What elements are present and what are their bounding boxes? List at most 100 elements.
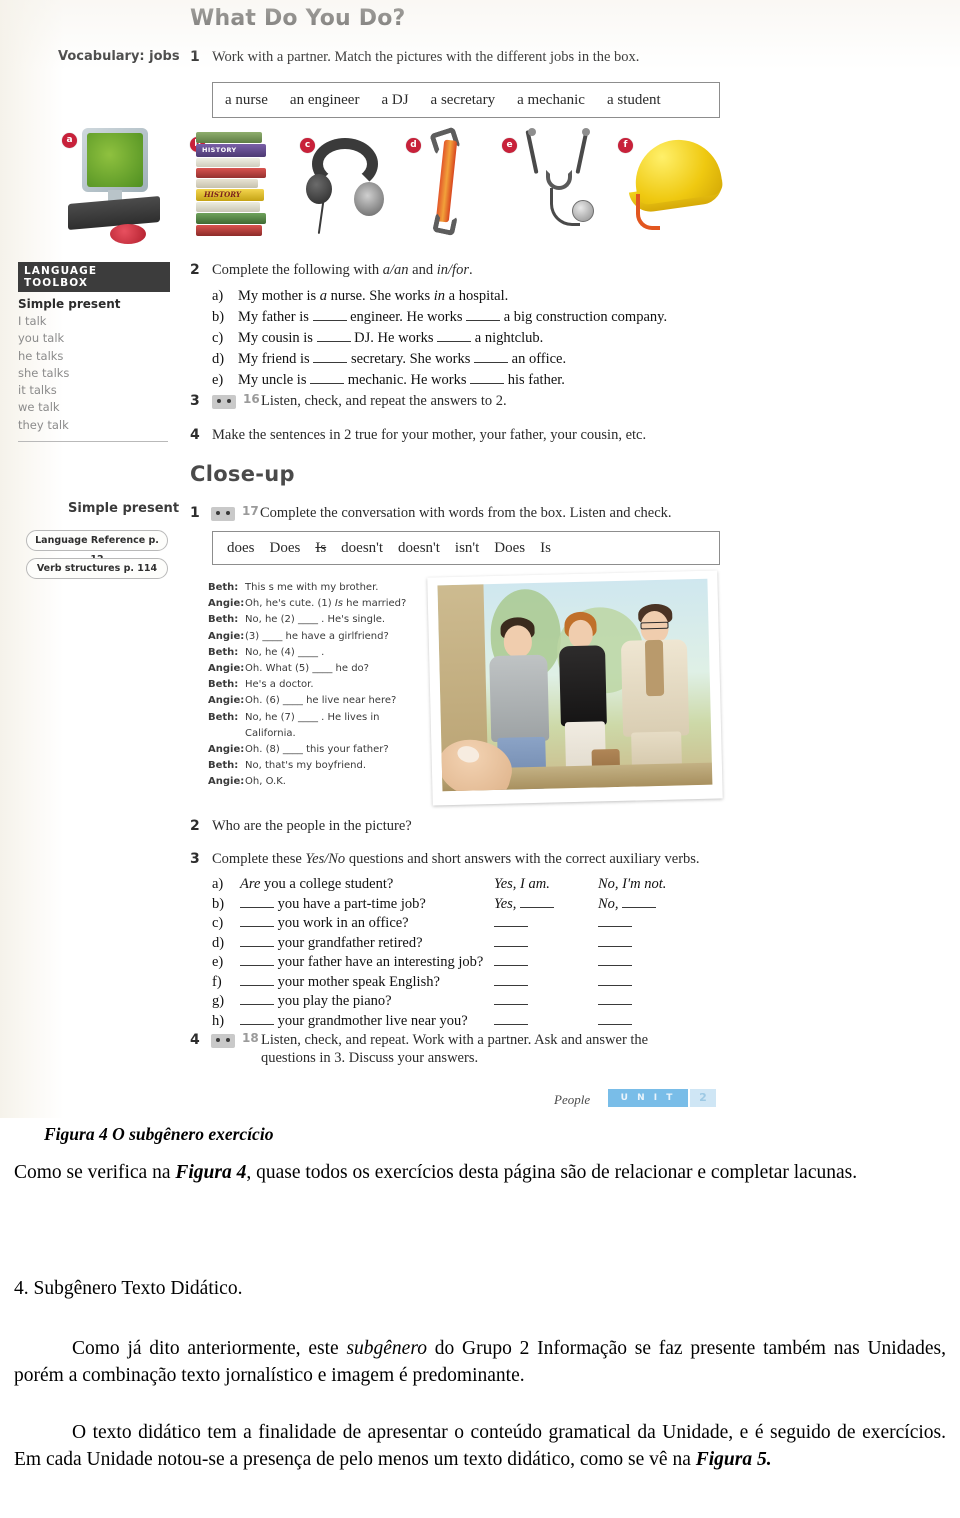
fill-blank[interactable] [310,383,345,384]
yesno-question-row: e) your father have an interesting job? [212,954,732,974]
auxiliary-word-list: does Does Is doesn't doesn't isn't Does Is [213,532,719,564]
verb-structures-pill[interactable]: Verb structures p. 114 [26,558,168,579]
closeup-exercise-1-number: 1 [190,505,200,521]
dialogue-text: California. [245,727,296,739]
dialogue-speaker: Angie: [208,630,245,642]
conjugation-list: I talk you talk he talks she talks it talks w… [18,313,170,434]
stethoscope-earpiece-right [582,128,590,136]
dialogue-speaker: Beth: [208,760,239,772]
auxiliary-word-6: Does [494,539,526,556]
auxiliary-word-4: doesn't [398,539,440,556]
dialogue-speaker: Beth: [208,646,239,658]
fill-blank[interactable] [240,984,274,986]
yes-answer [494,954,528,971]
fill-blank[interactable] [466,320,501,321]
yes-answer: Yes, I am. [494,876,550,892]
fill-blank[interactable] [494,945,528,947]
fill-blank[interactable] [622,906,657,908]
exercise-2-instruction: Complete the following with a/an and in/… [212,261,473,279]
fill-blank[interactable] [598,945,632,947]
picture-badge-d: d [406,138,421,153]
stethoscope-arm-right [575,130,589,174]
ex2-instr-end: . [468,262,473,278]
fill-blank[interactable] [240,965,274,966]
fill-blank[interactable] [494,965,528,966]
ex2-instr-pre: Complete the following with [212,262,383,278]
para4-pre: O texto didático tem a finalidade de apr… [14,1422,946,1470]
dialogue-speaker: Beth: [208,711,239,723]
photo-of-three-people [427,570,723,806]
closeup-exercise-2-instruction: Who are the people in the picture? [212,818,412,834]
stethoscope-icon [520,128,606,238]
dialogue-text: No, he (4) ____ . [245,646,325,658]
fill-blank[interactable] [598,926,632,927]
closeup-exercise-1-instruction: Complete the conversation with words fro… [260,505,672,521]
thumbnail [455,743,481,765]
no-answer [598,974,632,991]
fill-blank[interactable] [474,362,509,363]
fill-blank[interactable] [598,1023,632,1025]
yesno-question-row: c) you work in an office? [212,915,732,935]
fill-blank[interactable] [598,965,632,966]
fill-blank[interactable] [313,362,348,363]
no-answer [598,1013,632,1030]
dialogue-speaker: Angie: [208,695,245,707]
conjugation-item-3: she talks [18,365,70,380]
dialogue-speaker: Angie: [208,743,245,755]
language-toolbox-header: LANGUAGE TOOLBOX [18,262,170,292]
item-text: a nightclub. [471,330,544,346]
item-answer: Are [240,876,261,892]
exercise-2-number: 2 [190,262,200,278]
item-letter: a) [212,876,224,892]
question-text: you play the piano? [277,993,392,1009]
photo-inner-shirt [644,639,665,697]
fill-blank[interactable] [312,320,347,321]
item-text: secretary. She works [347,351,475,367]
no-answer [598,935,632,952]
para4-figure-ref: Figura 5. [695,1448,772,1470]
dialogue-speaker: Beth: [208,679,239,691]
photo-black-top [558,645,607,727]
fill-blank[interactable] [240,945,274,947]
paragraph-2-heading: 4. Subgênero Texto Didático. [14,1278,243,1299]
fill-blank[interactable] [598,1004,632,1005]
item-text: his father. [504,372,565,388]
para1-post: , quase todos os exercícios desta página… [246,1162,858,1183]
monitor-screen [82,128,148,192]
fill-blank[interactable] [240,926,274,927]
exercise-2-item: e) My uncle is mechanic. He works his fat… [212,372,732,393]
stethoscope-arm-left [525,130,539,174]
fill-blank[interactable] [437,341,472,342]
closeup-exercise-3-number: 3 [190,851,200,867]
cu3-instr-italic: Yes/No [305,851,346,867]
language-reference-pill[interactable]: Language Reference p. 12 [26,530,168,565]
exercise-4-instruction: Make the sentences in 2 true for your mo… [212,427,647,443]
vocabulary-jobs-label: Vocabulary: jobs [58,49,180,64]
photo-image [437,578,713,792]
auxiliary-word-3: doesn't [341,539,384,556]
fill-blank[interactable] [240,1023,274,1025]
question-text: your grandmother live near you? [277,1012,468,1029]
no-answer: No, [598,896,657,913]
fill-blank[interactable] [494,926,528,927]
fill-blank[interactable] [494,984,528,986]
photo-person-man-right [616,603,696,787]
yes-answer [494,1013,528,1030]
cassette-icon [212,395,236,409]
fill-blank[interactable] [598,984,632,986]
cu3-instr-pre: Complete these [212,851,306,867]
book-spine-label-1: HISTORY [202,146,237,154]
fill-blank[interactable] [520,906,555,908]
fill-blank[interactable] [470,383,505,384]
exercise-3-instruction: Listen, check, and repeat the answers to… [261,393,507,409]
fill-blank[interactable] [240,906,274,908]
dialogue-text: Oh, O.K. [245,776,286,788]
dialogue-line: Beth: No, he (7) ____ . He lives in [208,710,423,726]
ex2-instr-mid: and [408,262,437,278]
fill-blank[interactable] [316,341,351,342]
dialogue-line: Angie: (3) ____ he have a girlfriend? [208,629,423,645]
fill-blank[interactable] [494,1004,528,1005]
hard-hat-strap [636,194,660,230]
fill-blank[interactable] [494,1023,528,1025]
fill-blank[interactable] [240,1004,274,1005]
